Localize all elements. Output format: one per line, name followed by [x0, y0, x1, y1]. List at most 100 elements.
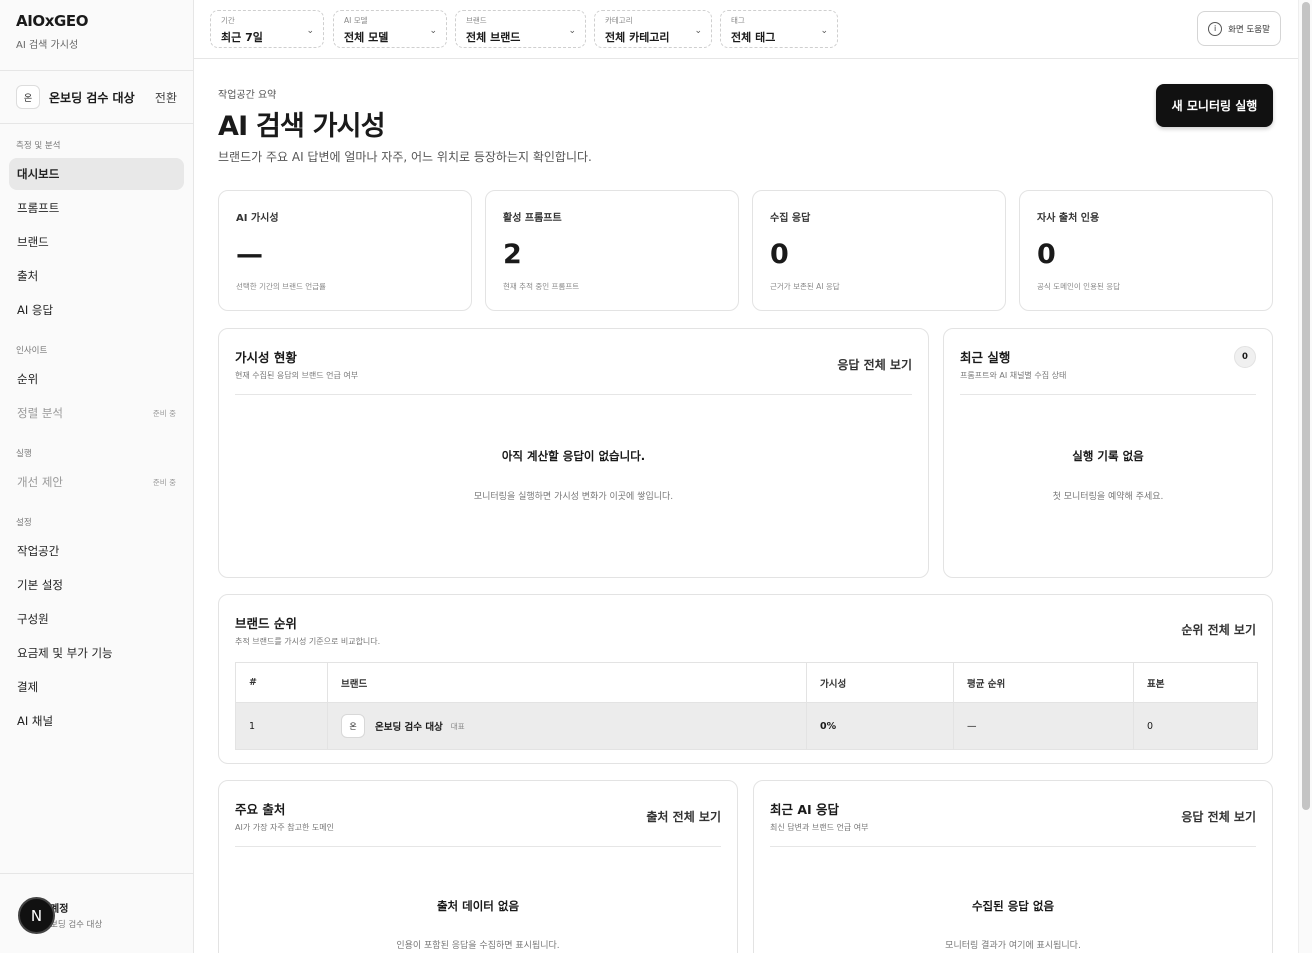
sidebar-item-improvements: 개선 제안 준비 중	[9, 466, 184, 498]
coming-soon-badge: 준비 중	[152, 477, 176, 487]
divider	[235, 846, 721, 847]
visibility-status-panel: 가시성 현황 현재 수집된 응답의 브랜드 언급 여부 응답 전체 보기 아직 …	[218, 328, 929, 578]
divider	[770, 846, 1256, 847]
stat-label: 수집 응답	[770, 213, 811, 224]
sidebar-item-label: 요금제 및 부가 기능	[17, 646, 113, 660]
nav-section-title: 실행	[16, 449, 32, 459]
empty-state-subtitle: 모니터링 결과가 여기에 표시됩니다.	[945, 941, 1081, 951]
filter-value: 전체 카테고리	[605, 31, 670, 44]
filter-label: 기간	[221, 16, 235, 25]
avatar[interactable]: N	[18, 897, 55, 934]
avg-rank-cell: —	[953, 702, 1134, 750]
workspace-switch-button[interactable]: 전환	[155, 89, 177, 106]
panel-title: 주요 출처	[235, 802, 286, 817]
panel-title: 가시성 현황	[235, 350, 297, 365]
column-header-avg-rank[interactable]: 평균 순위	[953, 662, 1134, 703]
tag-filter[interactable]: 태그 전체 태그 ⌄	[720, 10, 838, 48]
view-all-responses-link[interactable]: 응답 전체 보기	[1181, 808, 1256, 825]
empty-state-title: 아직 계산할 응답이 없습니다.	[501, 449, 646, 463]
workspace-name: 온보딩 검수 대상	[49, 90, 135, 105]
empty-state-subtitle: 모니터링을 실행하면 가시성 변화가 이곳에 쌓입니다.	[473, 492, 674, 502]
app-brand[interactable]: AIOxGEO AI 검색 가시성	[16, 12, 89, 51]
stat-card-ai-visibility: AI 가시성 — 선택한 기간의 브랜드 언급률	[218, 190, 472, 311]
empty-state-title: 실행 기록 없음	[1072, 449, 1144, 463]
column-header-visibility[interactable]: 가시성	[806, 662, 954, 703]
table-row[interactable]: 1 온 온보딩 검수 대상 대표 0% — 0	[235, 702, 1258, 750]
panel-title: 브랜드 순위	[235, 616, 297, 631]
brand-ranking-panel: 브랜드 순위 추적 브랜드를 가시성 기준으로 비교합니다. 순위 전체 보기 …	[218, 594, 1273, 764]
sidebar-item-label: 결제	[17, 680, 39, 694]
sidebar-item-brands[interactable]: 브랜드	[9, 226, 184, 258]
empty-state-subtitle: 첫 모니터링을 예약해 주세요.	[1052, 492, 1164, 502]
sidebar-item-label: 기본 설정	[17, 578, 63, 592]
rank-cell: 1	[235, 702, 328, 750]
filter-bar: 기간 최근 7일 ⌄ AI 모델 전체 모델 ⌄ 브랜드 전체 브랜드 ⌄ 카테…	[194, 0, 1298, 59]
stat-label: AI 가시성	[236, 213, 279, 224]
column-header-rank[interactable]: #	[235, 662, 328, 703]
sidebar-item-ai-responses[interactable]: AI 응답	[9, 294, 184, 326]
sidebar-item-dashboard[interactable]: 대시보드	[9, 158, 184, 190]
sidebar-item-label: 프롬프트	[17, 201, 60, 215]
new-monitoring-run-button[interactable]: 새 모니터링 실행	[1156, 84, 1273, 127]
filter-label: AI 모델	[344, 16, 368, 25]
account-subtitle: 보딩 검수 대상	[50, 920, 103, 930]
nav-section-title: 설정	[16, 518, 32, 528]
top-sources-panel: 주요 출처 AI가 가장 자주 참고한 도메인 출처 전체 보기 출처 데이터 …	[218, 780, 738, 953]
panel-title: 최근 실행	[960, 350, 1011, 365]
scrollbar[interactable]	[1298, 0, 1312, 953]
primary-brand-tag: 대표	[450, 721, 465, 731]
stat-value: 0	[770, 239, 789, 270]
view-all-responses-link[interactable]: 응답 전체 보기	[837, 356, 912, 373]
brand-filter[interactable]: 브랜드 전체 브랜드 ⌄	[455, 10, 586, 48]
sidebar-item-billing[interactable]: 결제	[9, 671, 184, 703]
screen-help-button[interactable]: i 화면 도움말	[1197, 11, 1281, 46]
panel-subtitle: 추적 브랜드를 가시성 기준으로 비교합니다.	[235, 637, 381, 646]
account-menu[interactable]: N 계정 보딩 검수 대상	[0, 873, 193, 953]
view-all-ranking-link[interactable]: 순위 전체 보기	[1181, 621, 1256, 638]
column-header-sample[interactable]: 표본	[1133, 662, 1258, 703]
filter-label: 태그	[731, 16, 745, 25]
page-title: AI 검색 가시성	[218, 111, 386, 142]
filter-value: 최근 7일	[221, 31, 263, 44]
scrollbar-thumb[interactable]	[1302, 2, 1310, 810]
stat-note: 근거가 보존된 AI 응답	[770, 282, 840, 291]
sidebar-item-workspace[interactable]: 작업공간	[9, 535, 184, 567]
stat-card-owned-citations: 자사 출처 인용 0 공식 도메인이 인용된 응답	[1019, 190, 1273, 311]
sidebar-item-label: 순위	[17, 372, 39, 386]
brand-cell: 온 온보딩 검수 대상 대표	[327, 702, 807, 750]
stat-note: 선택한 기간의 브랜드 언급률	[236, 282, 326, 291]
recent-runs-panel: 최근 실행 프롬프트와 AI 채널별 수집 상태 0 실행 기록 없음 첫 모니…	[943, 328, 1273, 578]
sidebar-item-label: 정렬 분석	[17, 406, 63, 420]
sidebar-item-label: 작업공간	[17, 544, 60, 558]
filter-value: 전체 브랜드	[466, 31, 521, 44]
sidebar-item-ranking[interactable]: 순위	[9, 363, 184, 395]
divider	[960, 394, 1256, 395]
stat-value: —	[236, 239, 263, 270]
nav-section-title: 인사이트	[16, 346, 48, 356]
period-filter[interactable]: 기간 최근 7일 ⌄	[210, 10, 324, 48]
view-all-sources-link[interactable]: 출처 전체 보기	[646, 808, 721, 825]
stat-card-collected-responses: 수집 응답 0 근거가 보존된 AI 응답	[752, 190, 1006, 311]
filter-value: 전체 모델	[344, 31, 389, 44]
sidebar-item-label: 브랜드	[17, 235, 49, 249]
stat-note: 현재 추적 중인 프롬프트	[503, 282, 580, 291]
chevron-down-icon: ⌄	[429, 26, 437, 36]
info-icon: i	[1208, 21, 1223, 36]
sidebar-item-prompts[interactable]: 프롬프트	[9, 192, 184, 224]
category-filter[interactable]: 카테고리 전체 카테고리 ⌄	[594, 10, 712, 48]
sidebar-item-preferences[interactable]: 기본 설정	[9, 569, 184, 601]
column-header-brand[interactable]: 브랜드	[327, 662, 807, 703]
sidebar-item-sources[interactable]: 출처	[9, 260, 184, 292]
sidebar-item-members[interactable]: 구성원	[9, 603, 184, 635]
visibility-cell: 0%	[806, 702, 954, 750]
sidebar-item-ai-channels[interactable]: AI 채널	[9, 705, 184, 737]
ai-model-filter[interactable]: AI 모델 전체 모델 ⌄	[333, 10, 447, 48]
help-label: 화면 도움말	[1228, 24, 1270, 35]
workspace-avatar: 온	[16, 85, 40, 109]
workspace-switcher[interactable]: 온 온보딩 검수 대상 전환	[0, 70, 193, 124]
filter-value: 전체 태그	[731, 31, 776, 44]
sidebar-item-label: 출처	[17, 269, 39, 283]
filter-label: 브랜드	[466, 16, 487, 25]
sidebar-item-plans[interactable]: 요금제 및 부가 기능	[9, 637, 184, 669]
chevron-down-icon: ⌄	[306, 26, 314, 36]
